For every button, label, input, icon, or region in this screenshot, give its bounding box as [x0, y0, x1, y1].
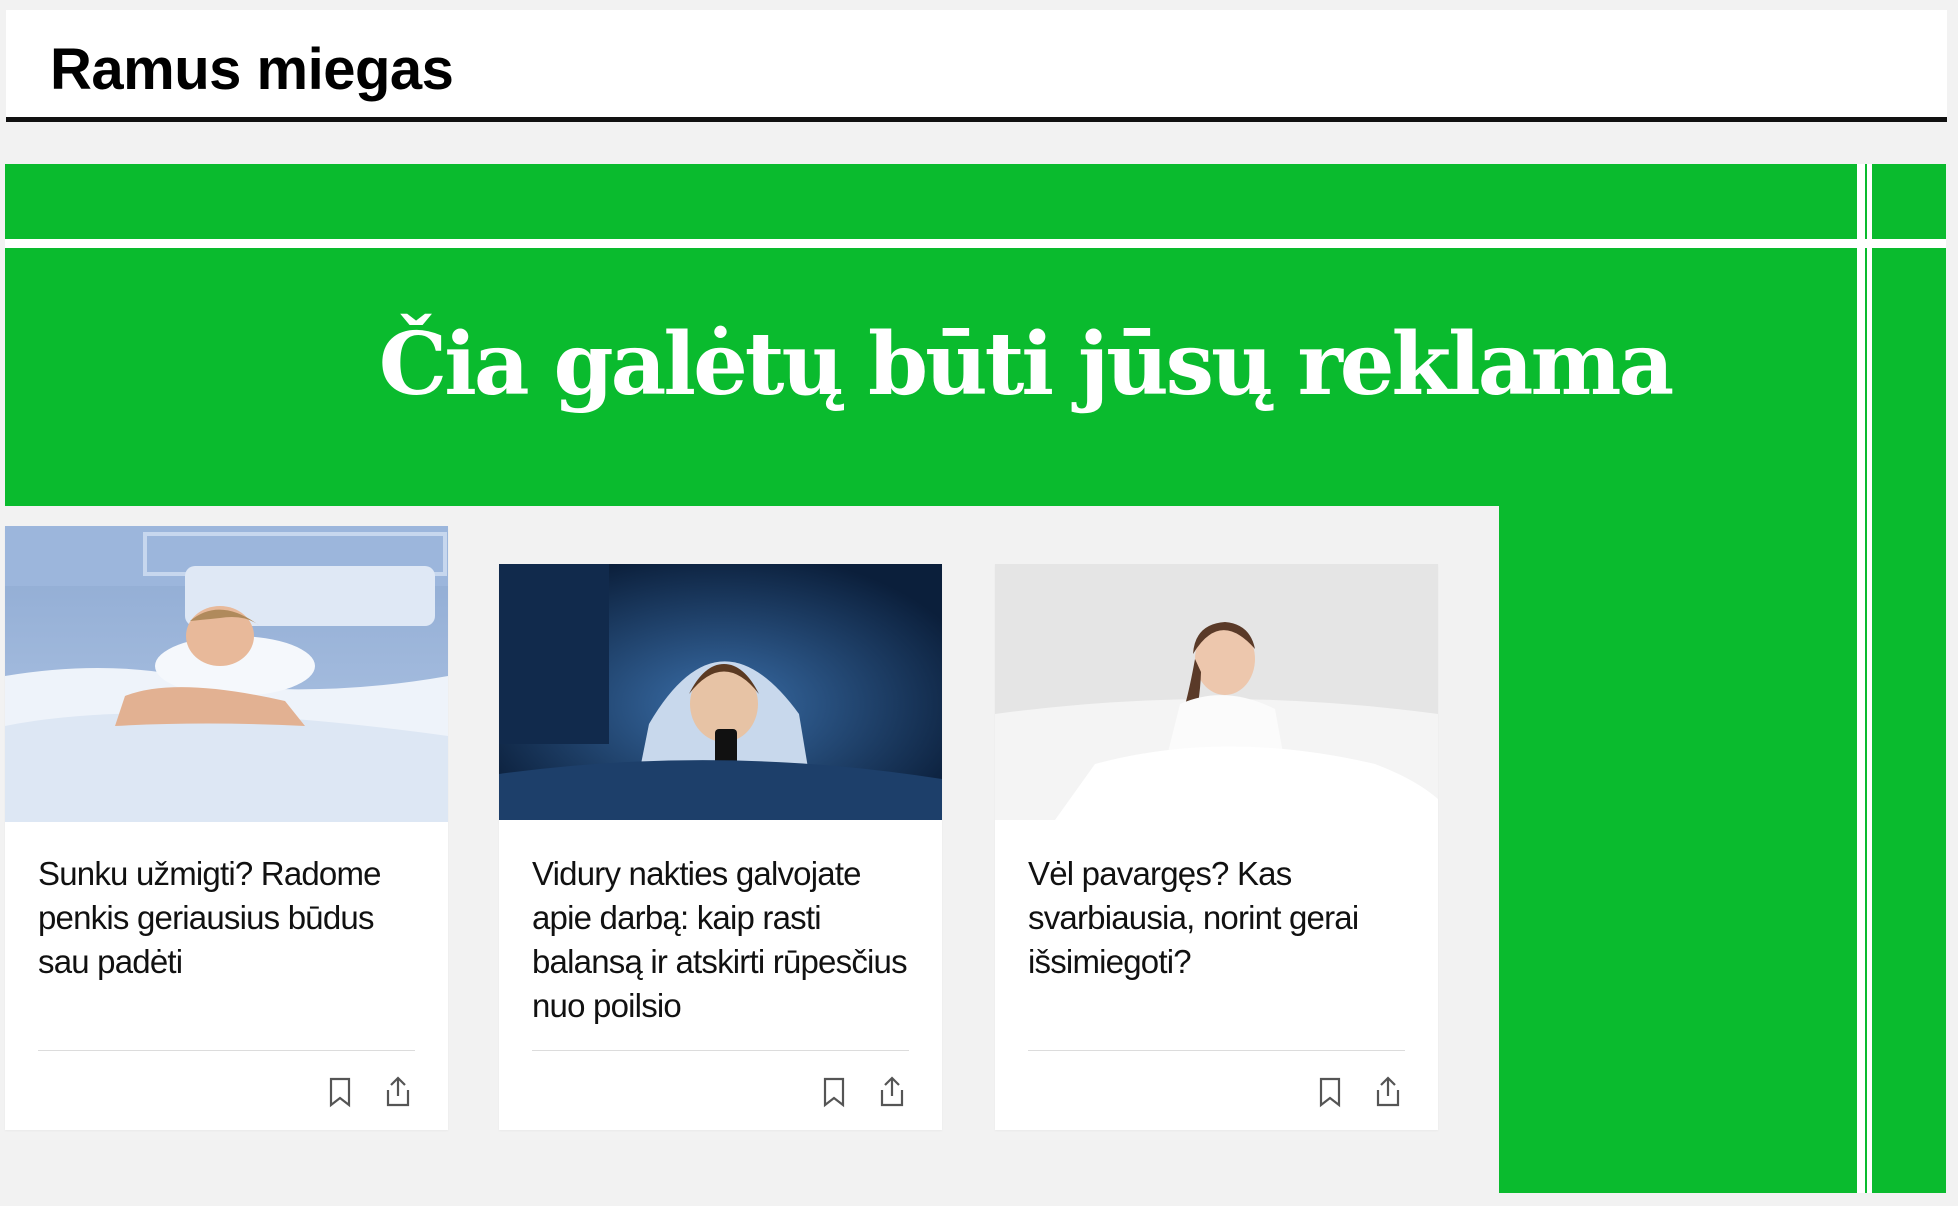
card-divider: [38, 1050, 415, 1051]
card-actions: [322, 1074, 422, 1110]
article-card[interactable]: Vėl pavargęs? Kas svarbiausia, norint ge…: [995, 564, 1438, 1130]
article-card[interactable]: Sunku užmigti? Radome penkis geriausius …: [5, 526, 448, 1130]
bookmark-icon[interactable]: [816, 1074, 852, 1110]
share-icon[interactable]: [1370, 1074, 1406, 1110]
article-card[interactable]: Vidury nakties galvojate apie darbą: kai…: [499, 564, 942, 1130]
article-title[interactable]: Sunku užmigti? Radome penkis geriausius …: [38, 852, 415, 984]
section-title: Ramus miegas: [50, 37, 454, 102]
bookmark-icon[interactable]: [1312, 1074, 1348, 1110]
card-actions: [1312, 1074, 1412, 1110]
card-actions: [816, 1074, 916, 1110]
woman-using-phone-photo: [499, 564, 942, 820]
share-icon[interactable]: [380, 1074, 416, 1110]
article-title[interactable]: Vėl pavargęs? Kas svarbiausia, norint ge…: [1028, 852, 1405, 984]
article-image[interactable]: [499, 564, 942, 820]
article-list: Sunku užmigti? Radome penkis geriausius …: [0, 506, 1499, 1206]
site-header: Ramus miegas: [6, 10, 1947, 122]
card-divider: [532, 1050, 909, 1051]
article-image[interactable]: [5, 526, 448, 822]
article-image[interactable]: [995, 564, 1438, 820]
bookmark-icon[interactable]: [322, 1074, 358, 1110]
article-title[interactable]: Vidury nakties galvojate apie darbą: kai…: [532, 852, 909, 1028]
ad-headline: Čia galėtų būti jūsų reklama: [378, 314, 1674, 415]
tired-woman-in-bed-photo: [995, 564, 1438, 820]
ad-divider-horizontal: [5, 239, 1946, 248]
share-icon[interactable]: [874, 1074, 910, 1110]
card-divider: [1028, 1050, 1405, 1051]
woman-sleeping-photo: [5, 526, 448, 822]
